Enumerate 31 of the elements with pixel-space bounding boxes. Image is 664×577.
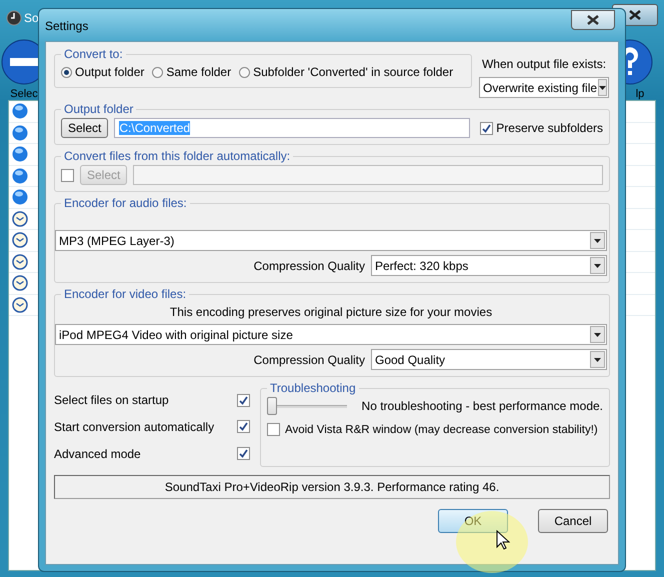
- field-label: Compression Quality: [254, 258, 365, 272]
- group-label: Encoder for audio files:: [63, 196, 188, 210]
- group-label: Encoder for video files:: [63, 287, 188, 301]
- dropdown[interactable]: Overwrite existing file: [479, 77, 609, 98]
- checkbox-label[interactable]: Avoid Vista R&R window (may decrease conversion stability!): [285, 424, 598, 436]
- checkbox-label[interactable]: Select files on startup: [54, 393, 169, 408]
- dialog-button[interactable]: Cancel: [538, 509, 608, 533]
- group-label: Convert files from this folder automatically:: [63, 149, 292, 163]
- status-bar: SoundTaxi Pro+VideoRip version 3.9.3. Performance rating 46.: [54, 475, 610, 499]
- toolbar-label[interactable]: Selec: [10, 88, 38, 100]
- checkbox-label[interactable]: Advanced mode: [54, 446, 141, 461]
- field-label: When output file exists:: [482, 57, 606, 71]
- checkbox-label[interactable]: Preserve subfolders: [496, 121, 603, 135]
- dialog-title: Settings: [45, 19, 88, 33]
- dropdown[interactable]: Good Quality: [371, 349, 607, 370]
- slider-reading: No troubleshooting - best performance mode.: [362, 399, 603, 413]
- radio-option[interactable]: Subfolder 'Converted' in source folder: [239, 65, 454, 79]
- dropdown[interactable]: Perfect: 320 kbps: [371, 255, 607, 276]
- select-button[interactable]: Select: [61, 118, 108, 138]
- dropdown[interactable]: iPod MPEG4 Video with original picture size: [55, 324, 607, 345]
- dropdown[interactable]: MP3 (MPEG Layer-3): [55, 230, 607, 251]
- radio-option[interactable]: Same folder: [152, 65, 232, 79]
- group-label: Output folder: [63, 102, 134, 116]
- window-title: So: [24, 11, 39, 25]
- group-label: Convert to:: [63, 47, 124, 61]
- checkbox-label[interactable]: Start conversion automatically: [54, 420, 214, 434]
- radio-option[interactable]: Output folder: [61, 65, 144, 79]
- info-text: This encoding preserves original picture size for your movies: [170, 305, 492, 319]
- field-label: Compression Quality: [254, 352, 365, 366]
- group-label: Troubleshooting: [269, 381, 357, 395]
- toolbar-label[interactable]: lp: [636, 88, 644, 100]
